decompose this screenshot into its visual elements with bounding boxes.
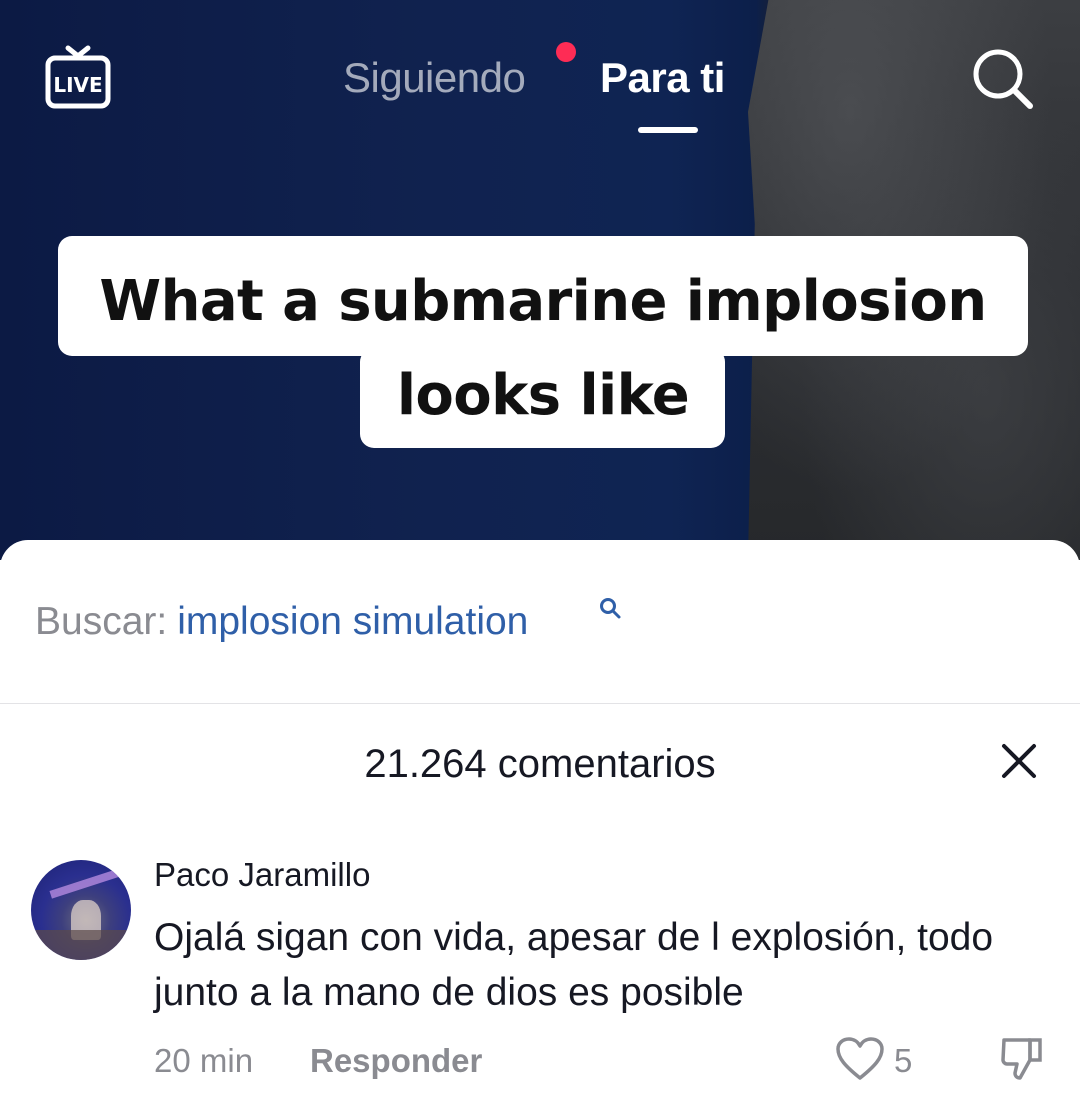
live-label: LIVE (53, 73, 102, 97)
search-prefix: Buscar: (35, 600, 168, 643)
reply-button[interactable]: Responder (310, 1042, 482, 1080)
search-suggestion[interactable]: Buscar: implosion simulation (35, 600, 528, 644)
comment-time: 20 min (154, 1042, 254, 1079)
caption-line-2: looks like (396, 363, 690, 428)
heart-icon[interactable] (835, 1036, 885, 1082)
avatar-detail (49, 869, 119, 899)
video-caption: What a submarine implosion looks like (58, 255, 1028, 443)
live-tv-icon[interactable]: LIVE (44, 44, 112, 110)
search-icon[interactable] (970, 46, 1036, 110)
avatar[interactable] (31, 860, 131, 960)
notification-dot (556, 42, 576, 62)
like-count: 5 (894, 1042, 913, 1079)
active-tab-indicator (638, 127, 698, 133)
caption-line-1: What a submarine implosion (99, 269, 987, 334)
search-term-link[interactable]: implosion simulation (177, 600, 528, 643)
tab-following[interactable]: Siguiendo (343, 54, 526, 102)
suggestion-search-icon[interactable] (598, 596, 622, 620)
divider (0, 703, 1080, 704)
top-bar: LIVE Siguiendo Para ti (0, 0, 1080, 150)
avatar-detail (31, 930, 131, 960)
dislike-icon[interactable] (1000, 1036, 1044, 1082)
comment-author[interactable]: Paco Jaramillo (154, 856, 370, 894)
tab-for-you[interactable]: Para ti (600, 54, 725, 102)
comment-text: Ojalá sigan con vida, apesar de l explos… (154, 916, 994, 1014)
comments-count-title: 21.264 comentarios (364, 742, 716, 786)
close-icon[interactable] (998, 740, 1040, 782)
